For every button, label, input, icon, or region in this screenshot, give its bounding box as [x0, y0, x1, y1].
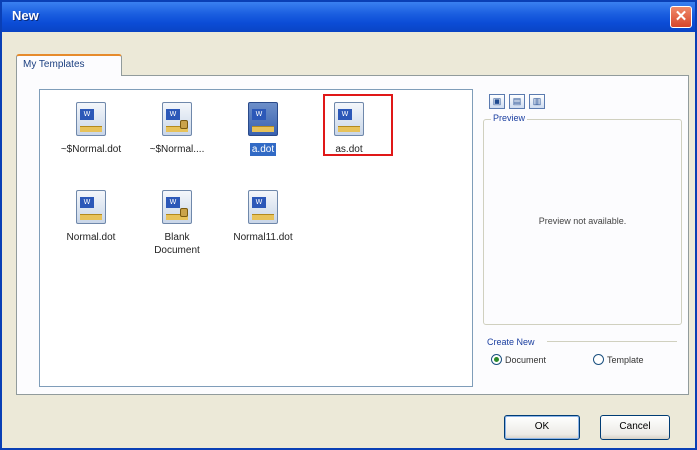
template-item[interactable]: W Blank Document — [134, 190, 220, 257]
template-item[interactable]: W Normal.dot — [48, 190, 134, 244]
large-icons-view-icon[interactable]: ▣ — [489, 94, 505, 109]
template-item-label: Normal11.dot — [233, 232, 293, 243]
cancel-button[interactable]: Cancel — [600, 415, 670, 440]
word-document-icon: W — [248, 102, 278, 136]
template-radio-label: Template — [607, 355, 644, 365]
template-item[interactable]: W ~$Normal.dot — [48, 102, 134, 156]
word-document-icon: W — [76, 102, 106, 136]
document-radio-label: Document — [505, 355, 547, 365]
radio-unchecked-icon[interactable] — [593, 354, 604, 365]
document-radio[interactable]: Document — [491, 354, 546, 365]
tab-panel: W ~$Normal.dot W ~$Normal.... W a.dot W … — [16, 75, 689, 395]
preview-panel: ▣ ▤ ▥ Preview Preview not available. Creat… — [479, 89, 682, 387]
list-view-icon[interactable]: ▤ — [509, 94, 525, 109]
lock-icon — [180, 120, 188, 129]
preview-message: Preview not available. — [538, 216, 627, 226]
highlight-box — [323, 94, 393, 156]
template-item[interactable]: W Normal11.dot — [220, 190, 306, 244]
template-item[interactable]: W ~$Normal.... — [134, 102, 220, 156]
word-document-icon: W — [248, 190, 278, 224]
template-item-label: ~$Normal.dot — [60, 144, 122, 155]
template-radio[interactable]: Template — [593, 354, 644, 365]
view-buttons: ▣ ▤ ▥ — [489, 94, 549, 112]
radio-checked-icon[interactable] — [491, 354, 502, 365]
template-item-label: ~$Normal.... — [149, 144, 205, 155]
ok-button[interactable]: OK — [504, 415, 580, 440]
template-item-label: Normal.dot — [66, 232, 116, 243]
template-item-label: a.dot — [249, 143, 277, 156]
create-new-label: Create New — [487, 337, 535, 347]
details-view-icon[interactable]: ▥ — [529, 94, 545, 109]
group-divider — [547, 341, 677, 342]
word-document-icon: W — [76, 190, 106, 224]
word-document-icon: W — [162, 190, 192, 224]
word-document-icon: W — [162, 102, 192, 136]
create-new-group: Create New Document Template — [487, 336, 679, 380]
preview-label: Preview — [491, 113, 528, 123]
close-button[interactable]: ✕ — [670, 6, 692, 28]
title-bar[interactable]: New ✕ — [2, 2, 695, 32]
dialog-title: New — [12, 8, 39, 23]
new-dialog-window: New ✕ My Templates W ~$Normal.dot W ~$No… — [0, 0, 697, 450]
template-item-label: Blank Document — [154, 232, 200, 256]
template-item-selected[interactable]: W a.dot — [220, 102, 306, 156]
tab-my-templates-label: My Templates — [23, 59, 85, 70]
template-list[interactable]: W ~$Normal.dot W ~$Normal.... W a.dot W … — [39, 89, 473, 387]
lock-icon — [180, 208, 188, 217]
tab-my-templates[interactable]: My Templates — [16, 54, 122, 76]
close-icon: ✕ — [674, 8, 688, 25]
preview-group: Preview Preview not available. — [483, 113, 682, 325]
